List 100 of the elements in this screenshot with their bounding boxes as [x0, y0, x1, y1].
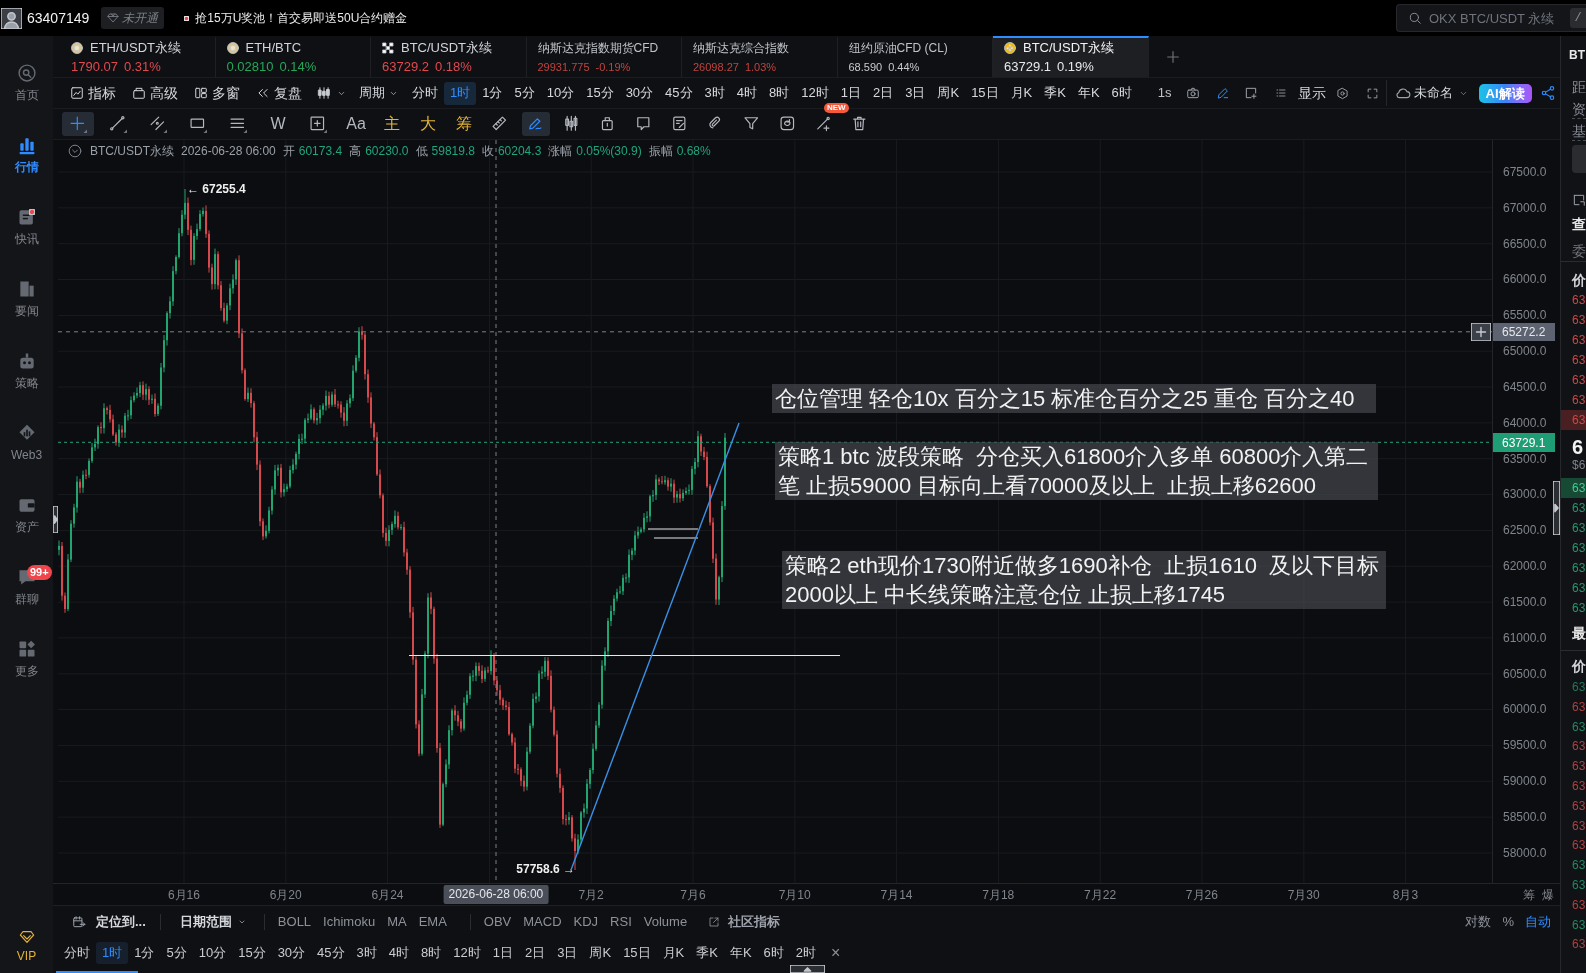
- indicator-button[interactable]: MACD: [523, 911, 562, 932]
- axis-toggle[interactable]: 爆: [1542, 885, 1554, 904]
- interval-tab[interactable]: 10分: [192, 942, 233, 964]
- interval-tab[interactable]: 4时: [382, 942, 416, 964]
- interval-tab[interactable]: 45分: [659, 81, 699, 105]
- sidebar-item[interactable]: 策略: [0, 335, 53, 407]
- instrument-tab[interactable]: BTC/USDT永续 63729.1 0.19%: [993, 36, 1149, 77]
- indicator-button[interactable]: RSI: [610, 911, 632, 932]
- collapse-handle[interactable]: [1553, 481, 1560, 535]
- interval-tab[interactable]: 5分: [508, 81, 541, 105]
- sidebar-item[interactable]: 行情: [0, 119, 53, 191]
- interval-tab[interactable]: 1日: [486, 942, 519, 964]
- scale-option[interactable]: %: [1502, 911, 1514, 932]
- pencil-icon[interactable]: [1215, 86, 1230, 100]
- interval-tab[interactable]: 10分: [540, 81, 581, 105]
- search-bar[interactable]: OKX BTC/USDT 永续 /: [1396, 4, 1586, 32]
- interval-tab[interactable]: 4时: [730, 81, 764, 105]
- tick-interval-button[interactable]: 1s: [1157, 83, 1172, 103]
- camera-icon[interactable]: [1185, 86, 1200, 100]
- share-icon[interactable]: [1539, 85, 1556, 101]
- axis-toggle[interactable]: 筹: [1523, 885, 1535, 904]
- indicator-button[interactable]: EMA: [418, 911, 447, 932]
- indicator-button[interactable]: Volume: [643, 911, 688, 932]
- indicator-button[interactable]: MA: [387, 911, 407, 932]
- interval-tab[interactable]: 2时: [789, 942, 823, 964]
- search-field[interactable]: OKX BTC/USDT 永续: [1429, 8, 1557, 28]
- sidebar-item[interactable]: 资产: [0, 479, 53, 551]
- interval-tab[interactable]: 8时: [763, 81, 796, 105]
- interval-tab[interactable]: 30分: [271, 942, 312, 964]
- interval-tab[interactable]: 6时: [757, 942, 790, 964]
- sidebar-item[interactable]: 更多: [0, 623, 53, 695]
- interval-tab[interactable]: 3日: [899, 81, 932, 105]
- drawing-tool-button[interactable]: 大: [414, 112, 442, 136]
- interval-tab[interactable]: 季K: [1038, 81, 1072, 105]
- interval-tab[interactable]: 月K: [1004, 81, 1039, 105]
- drawing-tool-button[interactable]: W: [262, 112, 294, 136]
- interval-tab[interactable]: 1日: [834, 81, 867, 105]
- indicators-button[interactable]: 指标: [70, 82, 116, 104]
- interval-tab[interactable]: 5分: [160, 942, 193, 964]
- community-indicators-button[interactable]: 社区指标: [708, 911, 781, 932]
- replay-button[interactable]: 复盘: [256, 82, 302, 104]
- period-dropdown[interactable]: 周期: [359, 83, 398, 103]
- locate-button[interactable]: 定位到...: [72, 911, 146, 932]
- interval-tab[interactable]: 30分: [619, 81, 660, 105]
- sidebar-item[interactable]: 首页: [0, 47, 53, 119]
- interval-tab[interactable]: 月K: [656, 942, 691, 964]
- settings-icon[interactable]: [1335, 86, 1349, 100]
- interval-tab[interactable]: 1时: [444, 81, 477, 105]
- interval-tab[interactable]: 6时: [1105, 81, 1138, 105]
- interval-tab[interactable]: 1分: [476, 81, 509, 105]
- drawing-tool-button[interactable]: [522, 112, 550, 136]
- interval-tab[interactable]: 3时: [698, 81, 731, 105]
- plus-icon[interactable]: [1471, 323, 1491, 341]
- expand-handle[interactable]: [790, 965, 825, 973]
- interval-tab[interactable]: 周K: [583, 942, 618, 964]
- interval-tab[interactable]: 45分: [311, 942, 351, 964]
- advanced-button[interactable]: 高级: [132, 82, 178, 104]
- indicator-button[interactable]: KDJ: [573, 911, 599, 932]
- interval-tab[interactable]: 分时: [58, 942, 96, 964]
- interval-tab[interactable]: 1时: [96, 942, 129, 964]
- interval-tab[interactable]: 年K: [1071, 81, 1106, 105]
- interval-tab[interactable]: 12时: [447, 942, 487, 964]
- fullscreen-icon[interactable]: [1365, 86, 1379, 100]
- indicator-button[interactable]: Ichimoku: [323, 911, 376, 932]
- interval-tab[interactable]: 分时: [406, 81, 444, 105]
- interval-tab[interactable]: 15分: [232, 942, 272, 964]
- interval-tab[interactable]: 年K: [723, 942, 758, 964]
- candles-icon[interactable]: [317, 86, 331, 100]
- ai-button[interactable]: AI解读: [1478, 83, 1532, 103]
- collapse-handle[interactable]: [53, 506, 58, 533]
- frame-icon[interactable]: [1572, 193, 1586, 207]
- layout-dropdown[interactable]: 未命名: [1394, 83, 1468, 103]
- interval-tab[interactable]: 3日: [551, 942, 584, 964]
- collapse-icon[interactable]: [68, 144, 82, 158]
- drawing-tool-button[interactable]: Aa: [342, 112, 370, 136]
- interval-tab[interactable]: 15日: [617, 942, 657, 964]
- interval-tab[interactable]: 2日: [867, 81, 900, 105]
- drawing-tool-button[interactable]: 筹: [450, 112, 478, 136]
- multi-window-button[interactable]: 多窗: [194, 82, 240, 104]
- interval-tab[interactable]: 1分: [128, 942, 161, 964]
- vip-button[interactable]: VIP: [0, 928, 53, 966]
- interval-tab[interactable]: 季K: [690, 942, 724, 964]
- date-range-dropdown[interactable]: 日期范围: [179, 911, 246, 932]
- promo-link[interactable]: 抢15万U奖池！首交易即送50U合约赠金: [184, 9, 408, 27]
- scale-option[interactable]: 对数: [1465, 911, 1492, 932]
- interval-tab[interactable]: 15日: [965, 81, 1005, 105]
- membership-badge[interactable]: 未开通: [101, 7, 165, 29]
- interval-tab[interactable]: 8时: [415, 942, 448, 964]
- interval-tab[interactable]: 3时: [350, 942, 383, 964]
- drawing-tool-button[interactable]: 主: [378, 112, 406, 136]
- scale-option[interactable]: 自动: [1525, 911, 1551, 932]
- indicator-button[interactable]: OBV: [483, 911, 512, 932]
- interval-tab[interactable]: 12时: [795, 81, 835, 105]
- interval-tab[interactable]: 15分: [580, 81, 620, 105]
- interval-tab[interactable]: 周K: [931, 81, 966, 105]
- sidebar-item[interactable]: 要闻: [0, 263, 53, 335]
- display-button[interactable]: 显示: [1297, 82, 1326, 104]
- indicator-button[interactable]: BOLL: [277, 911, 312, 932]
- frame-plus-icon[interactable]: [1243, 86, 1258, 100]
- interval-tab[interactable]: 2日: [519, 942, 552, 964]
